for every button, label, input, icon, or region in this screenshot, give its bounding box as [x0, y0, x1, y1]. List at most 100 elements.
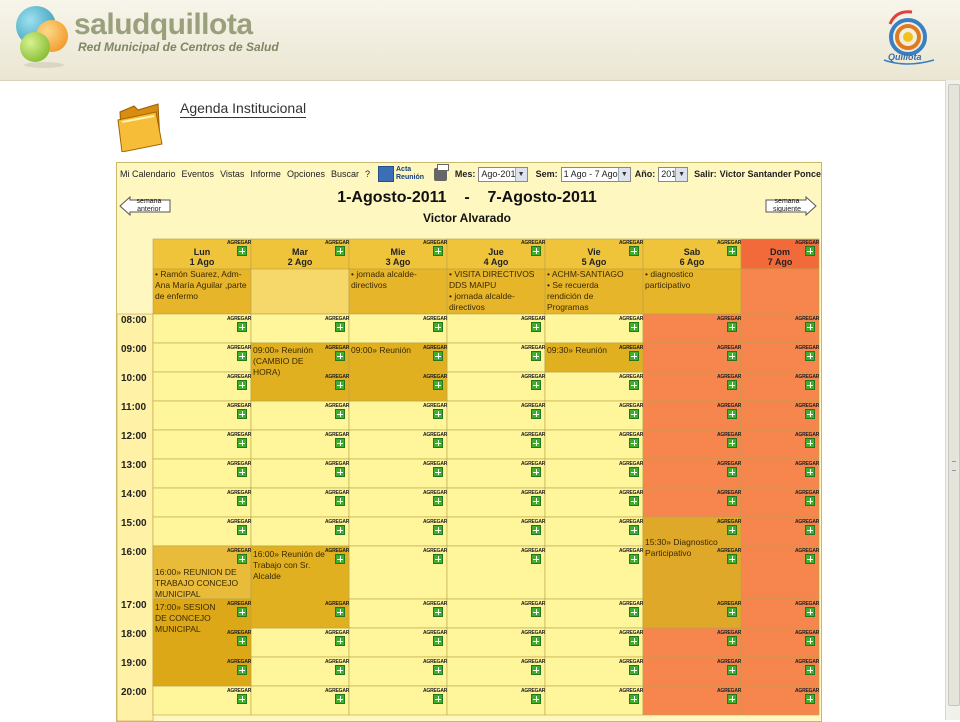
allday-event-jue[interactable]: • VISITA DIRECTIVOS DDS MAIPU • jornada …: [449, 269, 543, 313]
add-event-plus-icon[interactable]: [805, 554, 815, 564]
add-event-plus-icon[interactable]: [805, 409, 815, 419]
add-event-plus-icon[interactable]: [335, 351, 345, 361]
add-event-plus-icon[interactable]: [237, 409, 247, 419]
add-event-plus-icon[interactable]: [727, 380, 737, 390]
allday-cell-mar[interactable]: [250, 268, 350, 315]
add-event-plus-icon[interactable]: [237, 246, 247, 256]
anio-select[interactable]: 2011 ▼: [658, 166, 689, 182]
add-event-plus-icon[interactable]: [805, 636, 815, 646]
menu-buscar[interactable]: Buscar: [331, 169, 359, 179]
add-event-plus-icon[interactable]: [727, 694, 737, 704]
menu-informe[interactable]: Informe: [250, 169, 281, 179]
add-event-plus-icon[interactable]: [237, 351, 247, 361]
add-event-plus-icon[interactable]: [237, 525, 247, 535]
add-event-plus-icon[interactable]: [335, 438, 345, 448]
add-event-plus-icon[interactable]: [433, 246, 443, 256]
add-event-plus-icon[interactable]: [629, 322, 639, 332]
add-event-plus-icon[interactable]: [805, 380, 815, 390]
add-event-plus-icon[interactable]: [805, 351, 815, 361]
add-event-plus-icon[interactable]: [531, 322, 541, 332]
add-event-plus-icon[interactable]: [805, 246, 815, 256]
add-event-plus-icon[interactable]: [433, 380, 443, 390]
add-event-plus-icon[interactable]: [805, 467, 815, 477]
add-event-plus-icon[interactable]: [433, 554, 443, 564]
add-event-plus-icon[interactable]: [531, 246, 541, 256]
add-event-plus-icon[interactable]: [629, 554, 639, 564]
add-event-plus-icon[interactable]: [629, 467, 639, 477]
add-event-plus-icon[interactable]: [237, 496, 247, 506]
add-event-plus-icon[interactable]: [805, 438, 815, 448]
add-event-plus-icon[interactable]: [629, 409, 639, 419]
add-event-plus-icon[interactable]: [629, 665, 639, 675]
add-event-plus-icon[interactable]: [629, 496, 639, 506]
salir-label[interactable]: Salir:: [694, 169, 717, 179]
add-event-plus-icon[interactable]: [335, 554, 345, 564]
add-event-plus-icon[interactable]: [531, 607, 541, 617]
add-event-plus-icon[interactable]: [237, 438, 247, 448]
page-scrollbar[interactable]: [945, 80, 960, 720]
add-event-plus-icon[interactable]: [531, 636, 541, 646]
allday-event-vie[interactable]: • ACHM-SANTIAGO • Se recuerda rendición …: [547, 269, 631, 313]
add-event-plus-icon[interactable]: [727, 496, 737, 506]
add-event-plus-icon[interactable]: [335, 380, 345, 390]
add-event-plus-icon[interactable]: [727, 554, 737, 564]
add-event-plus-icon[interactable]: [805, 322, 815, 332]
add-event-plus-icon[interactable]: [805, 665, 815, 675]
add-event-plus-icon[interactable]: [237, 322, 247, 332]
add-event-plus-icon[interactable]: [531, 554, 541, 564]
add-event-plus-icon[interactable]: [531, 496, 541, 506]
add-event-plus-icon[interactable]: [727, 438, 737, 448]
allday-event-sab[interactable]: • diagnostico participativo: [645, 269, 715, 291]
add-event-plus-icon[interactable]: [727, 246, 737, 256]
add-event-plus-icon[interactable]: [727, 525, 737, 535]
add-event-plus-icon[interactable]: [335, 409, 345, 419]
add-event-plus-icon[interactable]: [805, 694, 815, 704]
printer-icon[interactable]: [434, 163, 449, 181]
add-event-plus-icon[interactable]: [805, 607, 815, 617]
add-event-plus-icon[interactable]: [237, 607, 247, 617]
next-week-button[interactable]: semana siguiente: [765, 196, 817, 216]
add-event-plus-icon[interactable]: [531, 438, 541, 448]
add-event-plus-icon[interactable]: [531, 694, 541, 704]
add-event-plus-icon[interactable]: [727, 636, 737, 646]
add-event-plus-icon[interactable]: [433, 438, 443, 448]
add-event-plus-icon[interactable]: [727, 322, 737, 332]
menu-mi-calendario[interactable]: Mi Calendario: [120, 169, 176, 179]
acta-reunion-button[interactable]: Acta Reunión: [378, 166, 424, 182]
add-event-plus-icon[interactable]: [335, 525, 345, 535]
event-mar-0900[interactable]: 09:00» Reunión (CAMBIO DE HORA): [253, 345, 327, 378]
add-event-plus-icon[interactable]: [531, 525, 541, 535]
add-event-plus-icon[interactable]: [805, 525, 815, 535]
add-event-plus-icon[interactable]: [629, 438, 639, 448]
add-event-plus-icon[interactable]: [629, 351, 639, 361]
add-event-plus-icon[interactable]: [237, 467, 247, 477]
add-event-plus-icon[interactable]: [629, 636, 639, 646]
add-event-plus-icon[interactable]: [335, 636, 345, 646]
event-lun-1600[interactable]: 16:00» REUNION DE TRABAJO CONCEJO MUNICI…: [155, 567, 249, 600]
add-event-plus-icon[interactable]: [727, 607, 737, 617]
menu-vistas[interactable]: Vistas: [220, 169, 244, 179]
add-event-plus-icon[interactable]: [629, 246, 639, 256]
add-event-plus-icon[interactable]: [727, 467, 737, 477]
add-event-plus-icon[interactable]: [335, 694, 345, 704]
event-mar-1600[interactable]: 16:00» Reunión de Trabajo con Sr. Alcald…: [253, 549, 327, 582]
add-event-plus-icon[interactable]: [433, 636, 443, 646]
add-event-plus-icon[interactable]: [629, 380, 639, 390]
add-event-plus-icon[interactable]: [237, 694, 247, 704]
add-event-plus-icon[interactable]: [237, 665, 247, 675]
add-event-plus-icon[interactable]: [335, 665, 345, 675]
add-event-plus-icon[interactable]: [805, 496, 815, 506]
add-event-plus-icon[interactable]: [237, 380, 247, 390]
add-event-plus-icon[interactable]: [433, 467, 443, 477]
add-event-plus-icon[interactable]: [237, 554, 247, 564]
add-event-plus-icon[interactable]: [531, 351, 541, 361]
add-event-plus-icon[interactable]: [629, 607, 639, 617]
allday-cell-dom[interactable]: [740, 268, 820, 315]
menu-eventos[interactable]: Eventos: [182, 169, 215, 179]
add-event-plus-icon[interactable]: [531, 380, 541, 390]
add-event-plus-icon[interactable]: [433, 351, 443, 361]
add-event-plus-icon[interactable]: [727, 409, 737, 419]
add-event-plus-icon[interactable]: [335, 496, 345, 506]
add-event-plus-icon[interactable]: [629, 694, 639, 704]
event-lun-1700[interactable]: 17:00» SESION DE CONCEJO MUNICIPAL: [155, 602, 229, 635]
